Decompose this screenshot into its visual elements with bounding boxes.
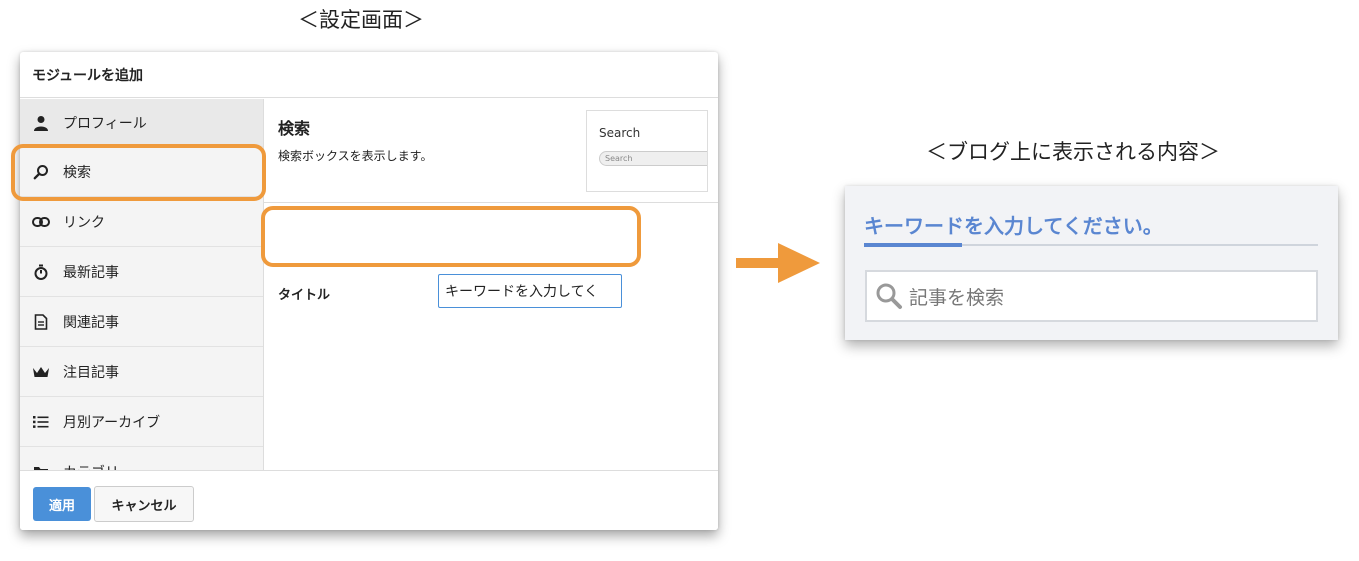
module-settings-panel: 検索 検索ボックスを表示します。 Search Search タイトル <box>264 99 718 470</box>
dialog-footer: 適用 キャンセル <box>20 470 718 530</box>
preview-title: Search <box>599 126 641 140</box>
sidebar-item-label: 月別アーカイブ <box>63 414 161 431</box>
blog-caption: ＜ブログ上に表示される内容＞ <box>926 140 1220 164</box>
crown-icon <box>32 363 50 381</box>
divider <box>264 202 718 203</box>
settings-caption: ＜設定画面＞ <box>298 8 424 32</box>
sidebar-item-label: カテゴリ <box>63 462 119 471</box>
preview-search-input: Search <box>599 151 707 166</box>
person-icon <box>32 114 50 132</box>
sidebar-item-related[interactable]: 関連記事 <box>20 297 263 347</box>
sidebar-item-label: プロフィール <box>63 115 147 132</box>
add-module-dialog: モジュールを追加 プロフィール 検索 リンク 最新記事 関連記事 注目記事 月別… <box>20 52 718 530</box>
sidebar-item-label: 検索 <box>63 164 91 181</box>
module-title: 検索 <box>278 119 311 138</box>
sidebar-item-label: リンク <box>63 214 105 231</box>
document-icon <box>32 313 50 331</box>
link-icon <box>32 213 50 231</box>
search-placeholder: 記事を検索 <box>909 286 1005 309</box>
sidebar-item-label: 最新記事 <box>63 264 119 281</box>
blog-search-input[interactable]: 記事を検索 <box>865 270 1318 322</box>
stopwatch-icon <box>32 263 50 281</box>
sidebar-item-latest[interactable]: 最新記事 <box>20 247 263 297</box>
module-description: 検索ボックスを表示します。 <box>278 149 433 163</box>
arrow-right-icon <box>736 243 820 287</box>
dialog-title: モジュールを追加 <box>20 52 718 98</box>
cancel-button[interactable]: キャンセル <box>94 486 194 522</box>
sidebar-item-label: 注目記事 <box>63 364 119 381</box>
module-sidebar: プロフィール 検索 リンク 最新記事 関連記事 注目記事 月別アーカイブ <box>20 99 264 470</box>
sidebar-item-archive[interactable]: 月別アーカイブ <box>20 397 263 447</box>
module-preview: Search Search <box>586 110 708 192</box>
apply-button[interactable]: 適用 <box>33 487 91 521</box>
heading-accent-bar <box>864 243 962 247</box>
sidebar-item-link[interactable]: リンク <box>20 197 263 247</box>
sidebar-item-featured[interactable]: 注目記事 <box>20 347 263 397</box>
sidebar-item-profile[interactable]: プロフィール <box>20 99 263 147</box>
widget-heading: キーワードを入力してください。 <box>864 214 1163 238</box>
search-icon <box>875 282 903 310</box>
blog-search-widget: キーワードを入力してください。 記事を検索 <box>845 186 1338 340</box>
sidebar-item-search[interactable]: 検索 <box>20 147 263 197</box>
sidebar-item-category[interactable]: カテゴリ <box>20 447 263 470</box>
title-input[interactable] <box>438 274 622 308</box>
title-field-label: タイトル <box>278 288 331 303</box>
folder-icon <box>32 463 50 470</box>
sidebar-item-label: 関連記事 <box>63 314 119 331</box>
search-icon <box>32 163 50 181</box>
list-icon <box>32 413 50 431</box>
